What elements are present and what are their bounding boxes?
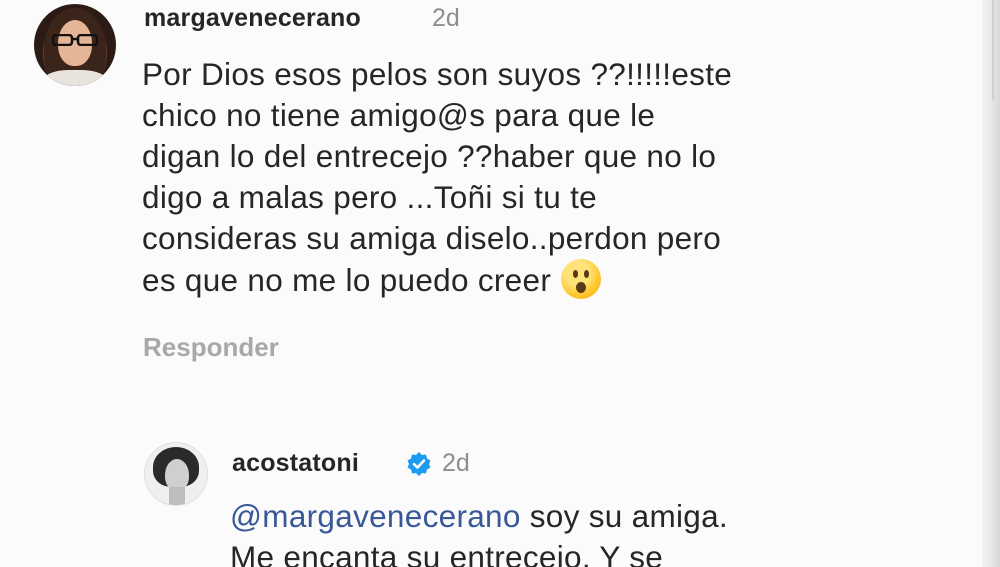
comment-line: digan lo del entrecejo ??haber que no lo [142,138,717,174]
reply-username[interactable]: acostatoni [232,449,359,478]
comment-text: Por Dios esos pelos son suyos ??!!!!!est… [142,54,732,301]
reply-line-rest: soy su amiga. [520,498,728,534]
comment-line-last: es que no me lo puedo creer [142,259,732,301]
avatar-neck [169,487,185,505]
comment-timestamp: 2d [432,4,460,32]
panel-edge [982,0,1000,567]
comment-username[interactable]: margavenecerano [144,4,361,33]
glasses-icon [52,34,98,46]
avatar[interactable] [144,442,208,506]
reply-text: @margavenecerano soy su amiga. Me encant… [230,496,728,567]
reply-button[interactable]: Responder [143,332,279,363]
comment-line: chico no tiene amigo@s para que le [142,97,656,133]
comment-line: Por Dios esos pelos son suyos ??!!!!!est… [142,56,733,92]
verified-badge-icon [407,452,431,476]
comments-screen: margavenecerano 2d Por Dios esos pelos s… [0,0,1000,567]
hushed-face-emoji [561,259,602,299]
mention-link[interactable]: @margavenecerano [230,498,521,534]
avatar[interactable] [34,4,116,86]
avatar-shirt [42,70,108,86]
reply-timestamp: 2d [442,449,470,477]
comment-line: digo a malas pero ...Toñi si tu te [142,179,597,215]
reply-line: @margavenecerano soy su amiga. [230,496,728,537]
comment-line: consideras su amiga diselo..perdon pero [142,220,722,256]
reply-line: Me encanta su entrecejo. Y se [230,539,664,567]
comment-line: es que no me lo puedo creer [142,262,552,298]
scrollbar[interactable] [992,0,994,100]
